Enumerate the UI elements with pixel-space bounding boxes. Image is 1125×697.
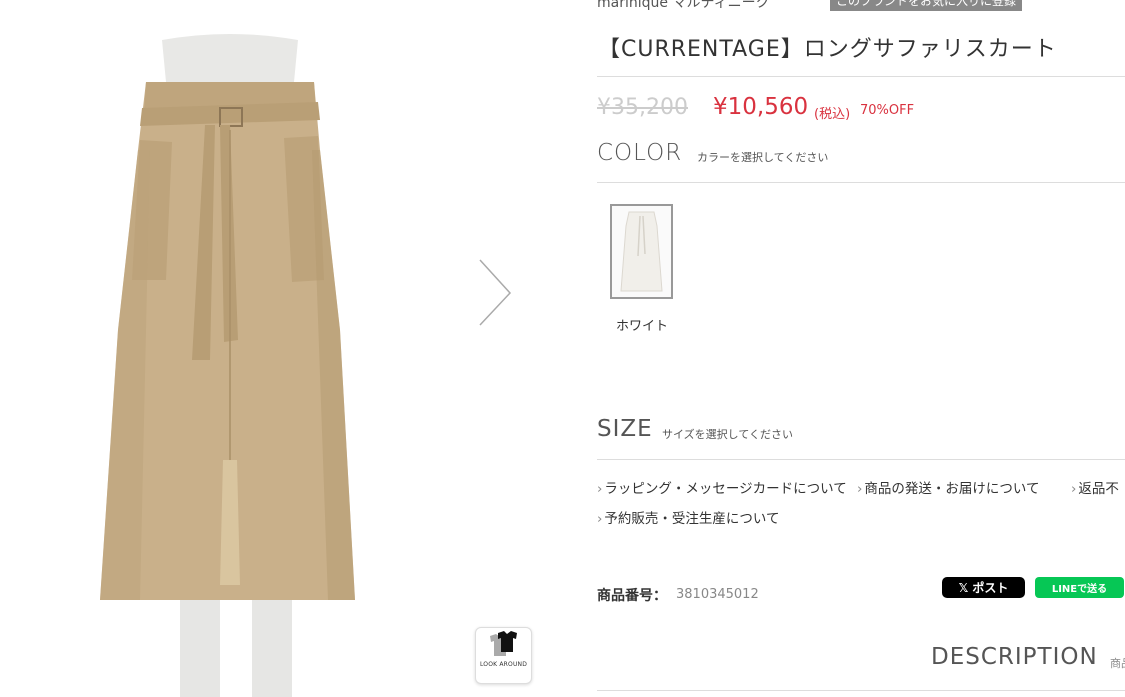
chevron-right-icon <box>479 259 512 326</box>
divider <box>597 76 1125 77</box>
chevron-right-icon: › <box>597 481 603 497</box>
product-gallery: LOOK AROUND <box>0 0 560 697</box>
sale-price: ¥10,560 <box>713 94 809 120</box>
sku-value: 3810345012 <box>676 587 759 602</box>
sku-label: 商品番号： <box>597 588 667 604</box>
description-text: 商品 <box>1110 657 1125 670</box>
divider <box>597 182 1125 183</box>
swatch-thumbnail <box>620 211 663 292</box>
divider <box>597 690 1125 691</box>
discount-badge: 70%OFF <box>860 103 915 118</box>
link-label: 返品不 <box>1078 481 1119 497</box>
link-label: 商品の発送・お届けについて <box>864 481 1040 497</box>
chevron-right-icon: › <box>597 511 603 527</box>
look-around-label: LOOK AROUND <box>479 661 528 668</box>
link-label: 予約販売・受注生産について <box>604 511 780 527</box>
size-heading: SIZE <box>597 416 653 442</box>
link-wrapping-info[interactable]: › ラッピング・メッセージカードについて <box>597 477 847 497</box>
description-heading: DESCRIPTION <box>931 644 1098 670</box>
link-label: ラッピング・メッセージカードについて <box>604 481 847 497</box>
link-returns-info[interactable]: › 返品不 <box>1071 477 1125 497</box>
product-title: 【CURRENTAGE】ロングサファリスカート <box>598 37 1057 62</box>
link-shipping-info[interactable]: › 商品の発送・お届けについて <box>857 477 1040 497</box>
tax-note: (税込) <box>814 107 851 122</box>
color-heading: COLOR <box>597 140 683 166</box>
size-hint: サイズを選択してください <box>662 428 794 441</box>
next-image-arrow[interactable] <box>470 255 520 335</box>
color-hint: カラーを選択してください <box>697 151 829 164</box>
color-swatch-white[interactable] <box>610 204 673 299</box>
share-x-button[interactable]: 𝕏 ポスト <box>942 577 1025 598</box>
clothing-icon <box>490 631 517 656</box>
chevron-right-icon: › <box>857 481 863 497</box>
look-around-button[interactable]: LOOK AROUND <box>475 627 532 684</box>
share-line-button[interactable]: LINEで送る <box>1035 577 1124 598</box>
original-price: ¥35,200 <box>597 95 688 120</box>
divider <box>597 459 1125 460</box>
chevron-right-icon: › <box>1071 481 1077 497</box>
brand-name[interactable]: marinique マルティニーク <box>597 0 770 12</box>
favorite-brand-button[interactable]: このブランドをお気に入りに登録 <box>830 0 1023 11</box>
link-preorder-info[interactable]: › 予約販売・受注生産について <box>597 507 780 527</box>
swatch-label: ホワイト <box>616 319 669 334</box>
product-main-image <box>100 34 355 697</box>
